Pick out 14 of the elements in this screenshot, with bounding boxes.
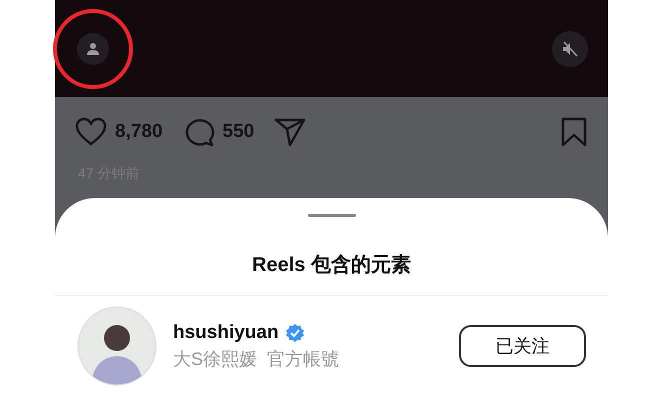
muted-speaker-icon bbox=[561, 40, 579, 58]
person-icon bbox=[86, 42, 100, 56]
send-icon[interactable] bbox=[274, 117, 306, 147]
bookmark-icon[interactable] bbox=[560, 117, 588, 147]
sheet-title: Reels 包含的元素 bbox=[55, 251, 608, 296]
mute-button[interactable] bbox=[552, 30, 588, 66]
comment-count: 550 bbox=[222, 121, 254, 143]
following-button[interactable]: 已关注 bbox=[459, 325, 586, 367]
drag-handle[interactable] bbox=[308, 214, 356, 217]
username[interactable]: hsushiyuan bbox=[173, 322, 279, 344]
account-description: 大S徐熙媛 官方帳號 bbox=[173, 348, 340, 370]
tag-button[interactable] bbox=[77, 32, 109, 64]
heart-icon[interactable] bbox=[75, 117, 107, 147]
like-count: 8,780 bbox=[115, 121, 163, 143]
